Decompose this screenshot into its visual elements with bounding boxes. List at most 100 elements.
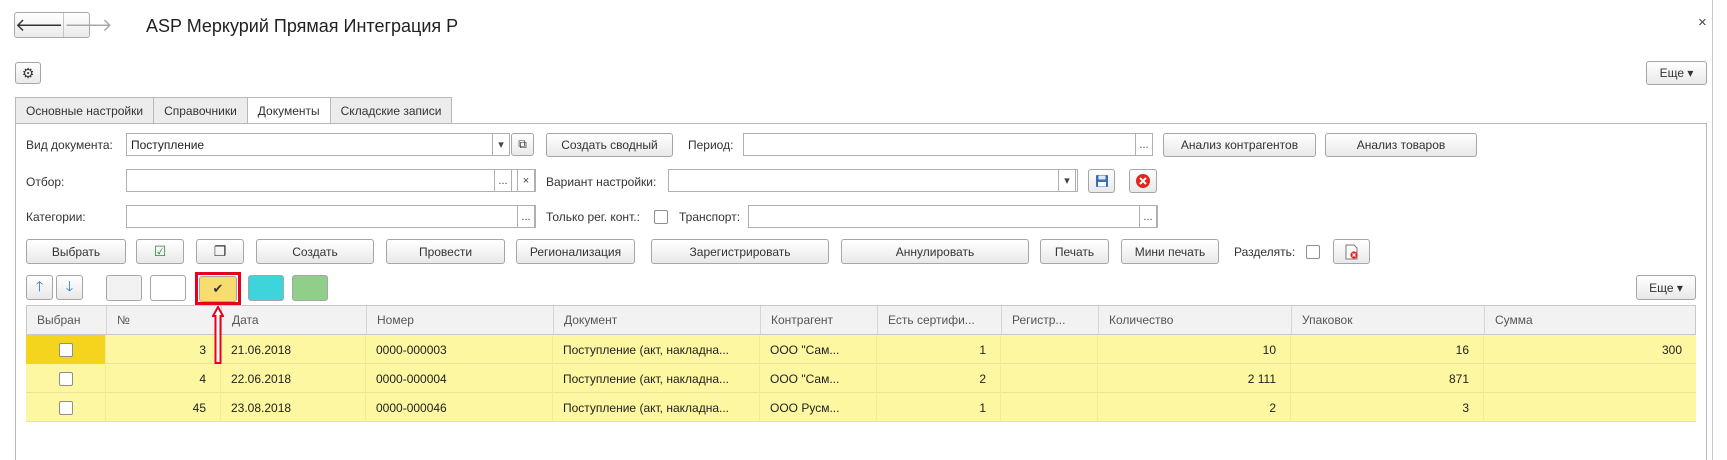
doc-type-field[interactable]: Поступление ▾ <box>126 133 510 156</box>
period-field[interactable]: ... <box>743 133 1153 156</box>
create-button[interactable]: Создать <box>256 239 374 264</box>
number-cell: 0000-000046 <box>366 393 553 422</box>
form-settings-button[interactable]: ⚙ <box>15 62 41 84</box>
tab-main-settings[interactable]: Основные настройки <box>15 97 155 123</box>
column-header-sum[interactable]: Сумма <box>1485 306 1697 334</box>
row-checkbox[interactable] <box>58 371 73 386</box>
close-icon[interactable]: × <box>1698 14 1707 31</box>
date-cell: 23.08.2018 <box>221 393 366 422</box>
delete-document-icon <box>1345 244 1358 259</box>
column-header-document[interactable]: Документ <box>554 306 761 334</box>
mark-all-button[interactable]: ☑ <box>136 239 184 264</box>
color-filter-cyan-button[interactable] <box>248 275 284 301</box>
color-filter-gray-button[interactable] <box>106 275 142 301</box>
selected-cell[interactable] <box>26 364 106 393</box>
cancel-button[interactable]: Аннулировать <box>841 239 1029 264</box>
column-header-packages[interactable]: Упаковок <box>1292 306 1485 334</box>
save-variant-button[interactable] <box>1088 169 1115 193</box>
split-checkbox[interactable] <box>1306 245 1320 259</box>
document-cell: Поступление (акт, накладна... <box>553 335 760 364</box>
certificate-cell: 1 <box>877 393 1001 422</box>
transport-label: Транспорт: <box>679 210 741 224</box>
choose-button[interactable]: Выбрать <box>26 239 126 264</box>
back-arrow-icon[interactable]: 🡐 <box>15 13 65 37</box>
table-row[interactable]: 4 22.06.2018 0000-000004 Поступление (ак… <box>26 364 1696 393</box>
column-header-number[interactable]: Номер <box>367 306 554 334</box>
selected-cell[interactable] <box>26 335 106 364</box>
chevron-down-icon[interactable]: ▾ <box>1058 169 1076 192</box>
certificate-cell: 1 <box>877 335 1001 364</box>
create-summary-button[interactable]: Создать сводный <box>546 133 673 157</box>
date-cell: 22.06.2018 <box>221 364 366 393</box>
selection-field[interactable]: ... × <box>126 169 536 192</box>
move-up-button[interactable]: 🡑 <box>26 275 53 300</box>
categories-label: Категории: <box>26 210 86 224</box>
table-row[interactable]: 45 23.08.2018 0000-000046 Поступление (а… <box>26 393 1696 422</box>
row-checkbox[interactable] <box>58 400 73 415</box>
open-doc-type-button[interactable]: ⧉ <box>511 133 534 156</box>
column-header-quantity[interactable]: Количество <box>1099 306 1292 334</box>
number-cell: 0000-000004 <box>366 364 553 393</box>
mini-print-button[interactable]: Мини печать <box>1121 239 1219 264</box>
column-header-counterparty[interactable]: Контрагент <box>761 306 878 334</box>
reg-only-label: Только рег. конт.: <box>546 210 640 224</box>
table-row[interactable]: 3 21.06.2018 0000-000003 Поступление (ак… <box>26 335 1696 364</box>
document-cell: Поступление (акт, накладна... <box>553 393 760 422</box>
floppy-disk-icon <box>1095 175 1108 187</box>
color-filter-green-button[interactable] <box>292 275 328 301</box>
sum-cell <box>1484 393 1696 422</box>
row-checkbox[interactable] <box>58 342 73 357</box>
packages-cell: 871 <box>1291 364 1484 393</box>
copy-button[interactable]: ❐ <box>196 239 244 264</box>
quantity-cell: 2 <box>1098 393 1291 422</box>
delete-variant-button[interactable] <box>1129 169 1157 193</box>
post-button[interactable]: Провести <box>386 239 505 264</box>
navigation-buttons: 🡐 🡒 <box>14 12 113 38</box>
num-cell: 4 <box>106 364 221 393</box>
selection-select-button[interactable]: ... <box>494 169 512 192</box>
tab-bar: Основные настройки Справочники Документы… <box>15 97 453 124</box>
settings-variant-field[interactable]: ▾ <box>668 169 1078 192</box>
selected-cell[interactable] <box>26 393 106 422</box>
column-header-registered[interactable]: Регистр... <box>1002 306 1099 334</box>
chevron-down-icon[interactable]: ▾ <box>492 133 510 156</box>
goods-analysis-button[interactable]: Анализ товаров <box>1325 133 1477 157</box>
clear-icon[interactable]: × <box>517 169 535 192</box>
arrow-down-icon: 🡓 <box>65 277 74 294</box>
reg-only-checkbox[interactable] <box>654 210 668 224</box>
column-header-selected[interactable]: Выбран <box>27 306 107 334</box>
tab-references[interactable]: Справочники <box>153 97 248 123</box>
regionalize-button[interactable]: Регионализация <box>516 239 635 264</box>
register-button[interactable]: Зарегистрировать <box>651 239 829 264</box>
column-header-num[interactable]: № <box>107 306 222 334</box>
print-button[interactable]: Печать <box>1040 239 1109 264</box>
checklist-icon: ☑ <box>153 243 167 259</box>
transport-field[interactable]: ... <box>748 205 1158 228</box>
more-button-top[interactable]: Еще ▾ <box>1646 61 1707 85</box>
quantity-cell: 10 <box>1098 335 1291 364</box>
categories-select-button[interactable]: ... <box>517 205 535 228</box>
quantity-cell: 2 111 <box>1098 364 1291 393</box>
column-header-certificate[interactable]: Есть сертифи... <box>878 306 1002 334</box>
packages-cell: 16 <box>1291 335 1484 364</box>
tab-documents[interactable]: Документы <box>246 97 331 124</box>
copy-icon: ❐ <box>213 243 227 259</box>
move-down-button[interactable]: 🡓 <box>56 275 83 300</box>
transport-select-button[interactable]: ... <box>1139 205 1157 228</box>
forward-arrow-icon[interactable]: 🡒 <box>64 13 112 37</box>
doc-type-value: Поступление <box>131 137 205 152</box>
tab-warehouse-records[interactable]: Складские записи <box>329 97 453 123</box>
categories-field[interactable]: ... <box>126 205 536 228</box>
document-cell: Поступление (акт, накладна... <box>553 364 760 393</box>
counterparty-cell: ООО "Сам... <box>760 335 877 364</box>
counterparty-analysis-button[interactable]: Анализ контрагентов <box>1163 133 1316 157</box>
delete-document-button[interactable] <box>1333 239 1370 264</box>
table-header: Выбран № Дата Номер Документ Контрагент … <box>26 305 1696 335</box>
more-button-list[interactable]: Еще ▾ <box>1636 275 1696 300</box>
annotation-arrow-icon <box>212 306 224 364</box>
color-filter-white-button[interactable] <box>150 275 186 301</box>
arrow-up-icon: 🡑 <box>35 277 44 294</box>
period-select-button[interactable]: ... <box>1135 133 1153 156</box>
date-cell: 21.06.2018 <box>221 335 366 364</box>
column-header-date[interactable]: Дата <box>222 306 367 334</box>
